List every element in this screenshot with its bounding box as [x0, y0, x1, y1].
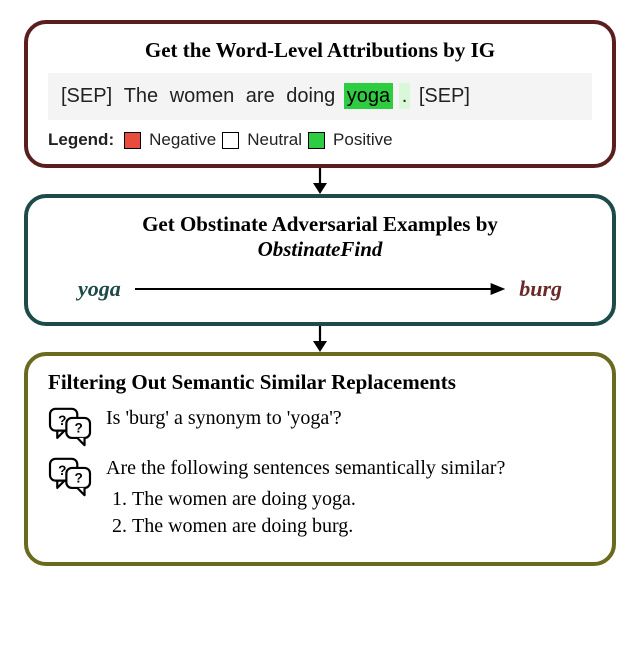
token-yoga-highlighted: yoga: [344, 83, 393, 109]
panel1-title: Get the Word-Level Attributions by IG: [48, 38, 592, 63]
panel-filtering: Filtering Out Semantic Similar Replaceme…: [24, 352, 616, 566]
legend-label: Legend:: [48, 130, 114, 150]
question-2-block: Are the following sentences semantically…: [106, 455, 505, 540]
panel2-title-emph: ObstinateFind: [258, 237, 383, 261]
question-2-lead: Are the following sentences semantically…: [106, 455, 505, 482]
legend-neutral-text: Neutral: [247, 130, 302, 150]
question-2-item-1: The women are doing yoga.: [132, 486, 505, 513]
arrow-down-icon: [305, 168, 335, 194]
panel-attributions: Get the Word-Level Attributions by IG [S…: [24, 20, 616, 168]
attribution-sentence: [SEP] The women are doing yoga . [SEP]: [48, 73, 592, 120]
chat-bubble-question-icon: ? ?: [48, 457, 92, 497]
arrow-right-icon: [135, 279, 505, 299]
legend-positive-text: Positive: [333, 130, 393, 150]
question-1-row: ? ? Is 'burg' a synonym to 'yoga'?: [48, 405, 592, 447]
question-2-list: The women are doing yoga. The women are …: [106, 486, 505, 540]
swatch-negative: [124, 132, 141, 149]
token-the: The: [121, 83, 161, 109]
panel-obstinate: Get Obstinate Adversarial Examples by Ob…: [24, 194, 616, 326]
swatch-positive: [308, 132, 325, 149]
token-are: are: [243, 83, 278, 109]
svg-text:?: ?: [75, 420, 83, 435]
svg-text:?: ?: [75, 470, 83, 485]
panel3-title: Filtering Out Semantic Similar Replaceme…: [48, 370, 592, 395]
chat-bubble-question-icon: ? ?: [48, 407, 92, 447]
token-period: .: [399, 83, 411, 109]
legend: Legend: Negative Neutral Positive: [48, 130, 592, 150]
svg-text:?: ?: [58, 413, 66, 428]
legend-negative-text: Negative: [149, 130, 216, 150]
question-2-item-2: The women are doing burg.: [132, 513, 505, 540]
connector-1: [24, 168, 616, 194]
svg-text:?: ?: [58, 463, 66, 478]
question-2-row: ? ? Are the following sentences semantic…: [48, 455, 592, 540]
connector-2: [24, 326, 616, 352]
panel2-title: Get Obstinate Adversarial Examples by Ob…: [48, 212, 592, 262]
source-word: yoga: [78, 276, 121, 302]
token-sep-end: [SEP]: [416, 83, 473, 109]
swatch-neutral: [222, 132, 239, 149]
token-women: women: [167, 83, 237, 109]
target-word: burg: [519, 276, 562, 302]
panel2-title-pre: Get Obstinate Adversarial Examples by: [142, 212, 498, 236]
replacement-row: yoga burg: [48, 272, 592, 308]
token-doing: doing: [283, 83, 338, 109]
question-1-text: Is 'burg' a synonym to 'yoga'?: [106, 405, 342, 432]
arrow-down-icon: [305, 326, 335, 352]
token-sep-start: [SEP]: [58, 83, 115, 109]
